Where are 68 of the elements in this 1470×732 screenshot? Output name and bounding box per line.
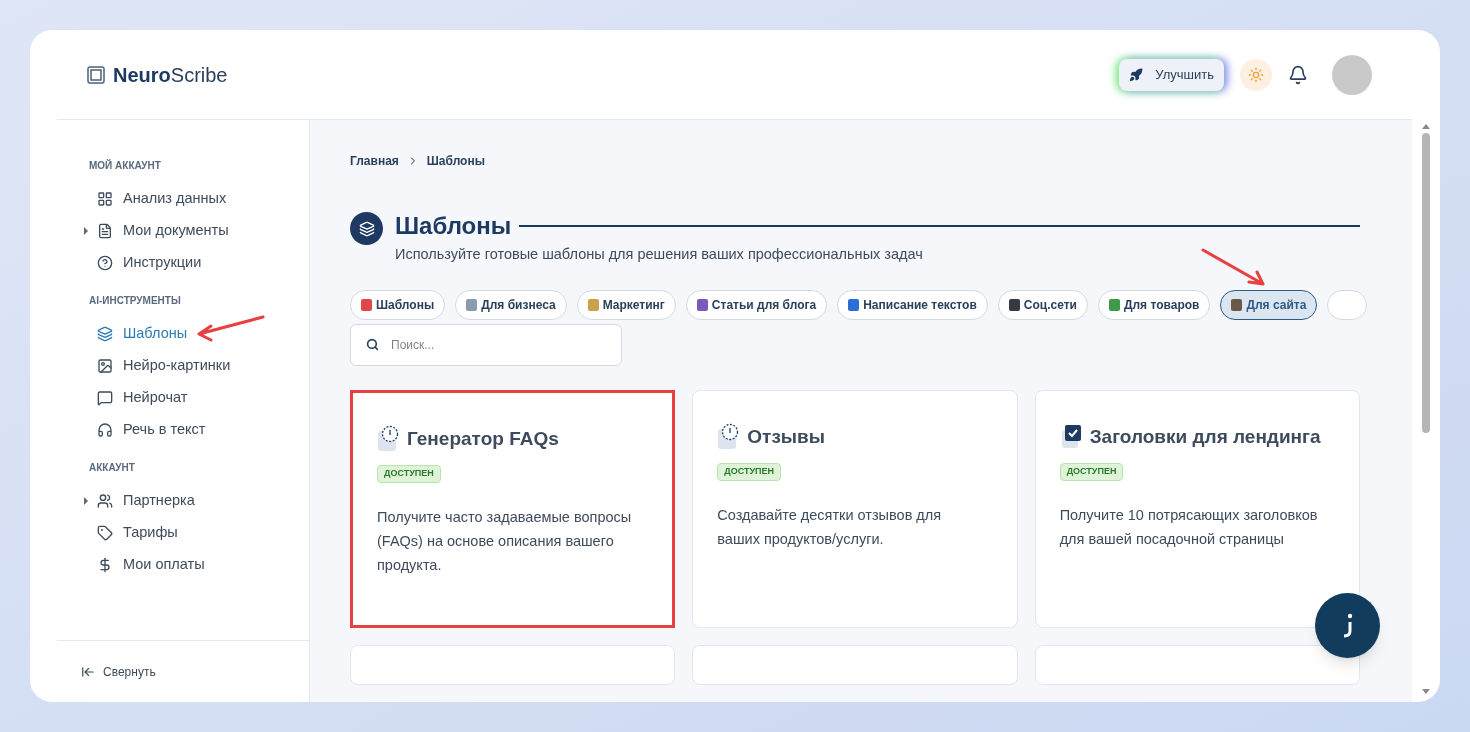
card-title: Генератор FAQs <box>407 426 559 451</box>
clock-icon <box>377 425 399 453</box>
section-title: AI-ИНСТРУМЕНТЫ <box>89 294 182 308</box>
upgrade-button[interactable]: Улучшить <box>1119 58 1224 91</box>
tag-icon <box>97 525 113 541</box>
category-chip[interactable]: Для бизнеса <box>455 289 567 320</box>
scroll-up-icon[interactable] <box>1422 124 1430 129</box>
sidebar-item[interactable]: Анализ данных <box>97 188 227 210</box>
layers-badge-icon <box>350 212 383 245</box>
category-chip[interactable]: Статьи для блога <box>685 289 828 320</box>
category-chip[interactable]: Маркетинг <box>576 289 676 320</box>
document-icon <box>97 223 113 239</box>
expand-caret-icon[interactable] <box>84 497 88 505</box>
section-title: АККАУНТ <box>89 461 136 475</box>
collapse-button[interactable]: Свернуть <box>81 662 156 681</box>
theme-toggle[interactable] <box>1240 58 1272 91</box>
status-badge: ДОСТУПЕН <box>377 465 441 483</box>
sidebar-item[interactable]: Нейрочат <box>97 387 188 409</box>
sidebar-item[interactable]: Мои оплаты <box>97 554 205 576</box>
image-icon <box>97 358 113 374</box>
sidebar-item[interactable]: Речь в текст <box>97 419 206 441</box>
scrollbar-thumb[interactable] <box>1422 133 1430 433</box>
sidebar-item[interactable]: Тарифы <box>97 522 178 544</box>
search-icon <box>366 337 379 351</box>
logo-text[interactable]: NeuroScribe <box>113 59 228 90</box>
help-icon <box>97 255 113 271</box>
logo-icon <box>87 65 105 84</box>
card-title: Заголовки для лендинга <box>1089 424 1321 449</box>
template-card[interactable]: Заголовки для лендинга ДОСТУПЕН Получите 10 потрясающих заголовков для вашей посадочной страницы <box>1034 389 1360 628</box>
expand-caret-icon[interactable] <box>84 227 88 235</box>
status-badge: ДОСТУПЕН <box>1059 463 1124 481</box>
card-description: Создавайте десятки отзывов для ваших продуктов/услуги. <box>717 506 943 550</box>
notification-bell-icon[interactable] <box>1288 64 1308 85</box>
category-chip[interactable]: Для товаров <box>1097 289 1211 320</box>
sidebar-item[interactable]: Шаблоны <box>97 323 188 345</box>
category-chip[interactable]: Шаблоны <box>350 289 446 320</box>
category-chip[interactable]: Написание текстов <box>837 289 988 320</box>
grid-icon <box>97 191 113 207</box>
page-title: Шаблоны <box>395 211 512 241</box>
template-card[interactable]: Отзывы ДОСТУПЕН Создавайте десятки отзывов для ваших продуктов/услуги. <box>692 389 1018 628</box>
card-description: Получите часто задаваемые вопросы (FAQs) на основе описания вашего продукта. <box>377 508 633 576</box>
rocket-icon <box>1129 67 1144 82</box>
category-chip[interactable]: Для сайта <box>1220 289 1318 320</box>
card-description: Получите 10 потрясающих заголовков для вашей посадочной страницы <box>1059 506 1319 550</box>
chat-icon <box>97 390 113 406</box>
breadcrumb-link[interactable]: Главная <box>350 152 399 170</box>
users-icon <box>97 493 113 509</box>
breadcrumb-current: Шаблоны <box>426 153 485 170</box>
sidebar-item[interactable]: Нейро-картинки <box>97 355 231 377</box>
template-card[interactable] <box>1034 644 1360 685</box>
sidebar-item[interactable]: Мои документы <box>97 220 229 242</box>
status-badge: ДОСТУПЕН <box>717 463 782 481</box>
headphones-icon <box>97 422 113 438</box>
sidebar-item[interactable]: Партнерка <box>97 490 195 512</box>
category-chip[interactable]: Соц.сети <box>997 289 1088 320</box>
sidebar-item[interactable]: Инструкции <box>97 252 202 274</box>
template-card[interactable]: Генератор FAQs ДОСТУПЕН Получите часто задаваемые вопросы (FAQs) на основе описания вашего продукта. <box>350 389 676 628</box>
card-title: Отзывы <box>747 424 825 449</box>
checkbox-icon <box>1059 424 1082 450</box>
scroll-down-icon[interactable] <box>1422 689 1430 694</box>
clock-icon <box>717 423 740 451</box>
section-title: МОЙ АККАУНТ <box>89 158 162 173</box>
sun-icon <box>1248 66 1264 83</box>
page-subtitle: Используйте готовые шаблоны для решения ваших профессиональных задач <box>395 245 924 264</box>
dollar-icon <box>97 557 113 573</box>
search-field[interactable]: Поиск... <box>350 323 622 366</box>
collapse-icon <box>81 664 95 679</box>
layers-icon <box>97 326 113 342</box>
